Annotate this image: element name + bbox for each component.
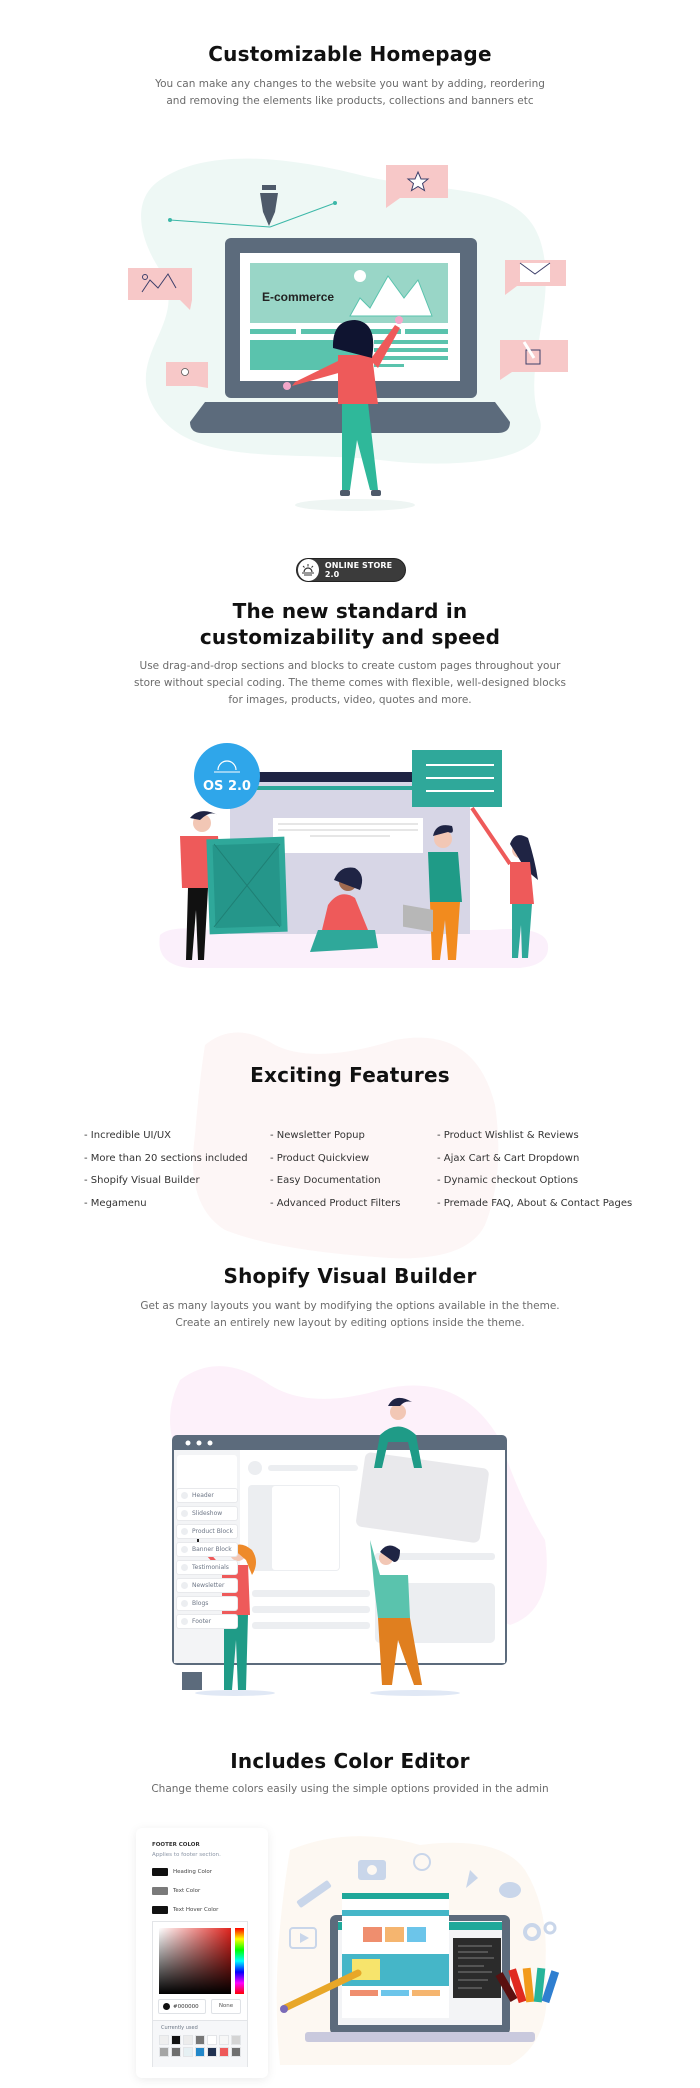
- features-column-3: - Product Wishlist & Reviews - Ajax Cart…: [437, 1125, 632, 1215]
- text-color-swatch[interactable]: [152, 1887, 168, 1895]
- text-color-row[interactable]: Text Color: [152, 1887, 200, 1895]
- sidebar-item-blogs: Blogs: [176, 1596, 238, 1611]
- screen-label: E-commerce: [262, 290, 334, 304]
- visual-builder-title: Shopify Visual Builder: [223, 1264, 477, 1288]
- online-store-title: The new standard in customizability and …: [199, 599, 501, 649]
- color-swatch[interactable]: [231, 2035, 241, 2045]
- feature-item: - Dynamic checkout Options: [437, 1175, 579, 1186]
- feature-item: - Product Wishlist & Reviews: [437, 1130, 579, 1141]
- visual-builder-illustration: Header Slideshow Product Block Banner Bl…: [160, 1350, 560, 1720]
- feature-item: - Advanced Product Filters: [270, 1197, 401, 1209]
- footer-color-panel: FOOTER COLOR Applies to footer section. …: [136, 1828, 268, 2078]
- color-editor-illustration: [270, 1820, 580, 2070]
- currently-used-swatches: Currently used: [153, 2020, 247, 2067]
- homepage-illustration: E-commerce: [120, 150, 580, 520]
- os-badge-circle: [194, 743, 260, 809]
- features-column-2: - Newsletter Popup - Product Quickview -…: [270, 1125, 400, 1215]
- color-editor-title: Includes Color Editor: [230, 1749, 470, 1773]
- sidebar-item-footer: Footer: [176, 1614, 238, 1629]
- homepage-title: Customizable Homepage: [208, 42, 492, 66]
- sun-icon: [298, 559, 319, 581]
- color-swatch[interactable]: [231, 2047, 241, 2057]
- color-swatch[interactable]: [171, 2047, 181, 2057]
- features-title: Exciting Features: [250, 1063, 450, 1087]
- heading-color-row[interactable]: Heading Color: [152, 1868, 212, 1876]
- features-column-1: - Incredible UI/UX - More than 20 sectio…: [84, 1125, 248, 1215]
- color-swatch[interactable]: [195, 2047, 205, 2057]
- swatch-grid: [159, 2035, 241, 2057]
- feature-item: - Product Quickview: [270, 1152, 370, 1164]
- current-color-dot: [163, 2003, 170, 2010]
- online-store-badge: ONLINE STORE 2.0: [296, 558, 406, 582]
- visual-builder-description: Get as many layouts you want by modifyin…: [140, 1300, 560, 1329]
- color-picker: #000000 None Currently used: [152, 1921, 248, 2067]
- color-swatch[interactable]: [219, 2035, 229, 2045]
- feature-item: - Premade FAQ, About & Contact Pages: [437, 1197, 633, 1209]
- online-store-description: Use drag-and-drop sections and blocks to…: [134, 660, 566, 706]
- color-editor-description: Change theme colors easily using the sim…: [151, 1783, 549, 1795]
- text-hover-color-swatch[interactable]: [152, 1906, 168, 1914]
- feature-item: - Incredible UI/UX: [84, 1130, 172, 1141]
- os-badge-label: OS 2.0: [203, 779, 251, 794]
- hue-slider[interactable]: [235, 1928, 244, 1994]
- sidebar-item-banner-block: Banner Block: [176, 1542, 238, 1557]
- color-swatch[interactable]: [195, 2035, 205, 2045]
- sidebar-item-header: Header: [176, 1488, 238, 1503]
- panel-subheading: Applies to footer section.: [152, 1852, 221, 1858]
- sidebar-item-slideshow: Slideshow: [176, 1506, 238, 1521]
- color-swatch[interactable]: [207, 2047, 217, 2057]
- color-swatch[interactable]: [207, 2035, 217, 2045]
- feature-item: - Megamenu: [84, 1197, 147, 1209]
- location-pin-icon: [166, 362, 208, 388]
- palette-icon: [499, 1882, 521, 1898]
- heading-color-swatch[interactable]: [152, 1868, 168, 1876]
- homepage-description: You can make any changes to the website …: [155, 78, 545, 107]
- sidebar-item-newsletter: Newsletter: [176, 1578, 238, 1593]
- feature-item: - Easy Documentation: [270, 1175, 381, 1186]
- color-swatch[interactable]: [159, 2035, 169, 2045]
- text-hover-color-row[interactable]: Text Hover Color: [152, 1906, 218, 1914]
- online-store-illustration: OS 2.0: [150, 740, 550, 970]
- sidebar-item-product-block: Product Block: [176, 1524, 238, 1539]
- color-swatch[interactable]: [219, 2047, 229, 2057]
- feature-item: - More than 20 sections included: [84, 1152, 248, 1164]
- color-swatch[interactable]: [159, 2047, 169, 2057]
- none-button[interactable]: None: [211, 1999, 241, 2014]
- color-swatch[interactable]: [171, 2035, 181, 2045]
- feature-item: - Ajax Cart & Cart Dropdown: [437, 1152, 580, 1164]
- feature-item: - Newsletter Popup: [270, 1130, 365, 1141]
- hex-input[interactable]: #000000: [158, 1999, 206, 2014]
- feature-item: - Shopify Visual Builder: [84, 1175, 200, 1186]
- color-swatch[interactable]: [183, 2035, 193, 2045]
- panel-heading: FOOTER COLOR: [152, 1842, 200, 1848]
- sidebar-item-testimonials: Testimonials: [176, 1560, 238, 1575]
- color-swatch[interactable]: [183, 2047, 193, 2057]
- saturation-field[interactable]: [159, 1928, 231, 1994]
